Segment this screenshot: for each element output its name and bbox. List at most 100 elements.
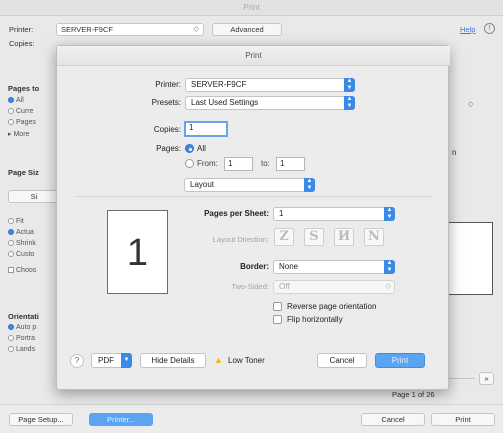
chevron-updown-icon: ▲ ▼ [344, 96, 355, 110]
bg-scale-option-actual[interactable]: Actua [8, 229, 34, 236]
bg-copies-label: Copies: [9, 39, 35, 48]
pages-label: Pages: [156, 144, 181, 153]
print-dialog: Print Printer: SERVER-F9CF ▲ ▼ Presets: L… [56, 45, 450, 390]
bg-page-setup-button[interactable]: Page Setup... [9, 413, 73, 426]
radio-icon [8, 335, 14, 342]
bg-printer-value: SERVER-F9CF [61, 25, 113, 34]
chevron-updown-icon: ◇ [385, 283, 391, 290]
layout-direction-z-button[interactable]: Z [274, 228, 294, 246]
section-select-value: Layout [190, 180, 215, 189]
reverse-orientation-label: Reverse page orientation [287, 302, 377, 311]
pdf-button-label: PDF [98, 356, 114, 365]
layout-direction-label: Layout Direction: [212, 235, 269, 244]
radio-icon [8, 119, 14, 126]
presets-value: Last Used Settings [191, 98, 259, 107]
border-label: Border: [240, 262, 269, 271]
bg-next-page-button[interactable]: » [479, 372, 494, 385]
bg-advanced-button[interactable]: Advanced [212, 23, 282, 36]
bg-pages-option-more[interactable]: ▸ More [8, 130, 29, 138]
layout-direction-s-button[interactable]: S [304, 228, 324, 246]
radio-icon [8, 229, 14, 236]
bg-scale-option-custom[interactable]: Custo [8, 251, 34, 258]
pdf-menu-button[interactable]: PDF ▼ [91, 353, 132, 368]
printer-value: SERVER-F9CF [191, 80, 247, 89]
bg-pages-option-current[interactable]: Curre [8, 108, 34, 115]
background-bottom-bar: Page Setup... Printer... Cancel Print [0, 404, 503, 433]
chevron-updown-icon: ▲ ▼ [384, 260, 395, 274]
radio-icon [8, 251, 14, 258]
bg-help-link[interactable]: Help [460, 25, 475, 34]
bg-choose-checkbox[interactable]: Choos [8, 267, 36, 274]
flip-horizontally-checkbox[interactable] [273, 315, 282, 324]
bg-page-size-button[interactable]: Si [8, 190, 60, 203]
presets-label: Presets: [151, 98, 181, 107]
bg-printer-button[interactable]: Printer... [89, 413, 153, 426]
printer-label: Printer: [155, 80, 181, 89]
radio-icon [8, 324, 14, 331]
radio-icon [8, 97, 14, 104]
bg-printer-label: Printer: [9, 25, 34, 34]
bg-right-select-arrow: ◇ [468, 101, 474, 108]
two-sided-select[interactable]: Off ◇ [273, 280, 395, 294]
layout-direction-reverse-n-button[interactable]: И [334, 228, 354, 246]
bg-scale-option-shrink[interactable]: Shrink [8, 240, 36, 247]
window-titlebar: Print [0, 0, 503, 16]
pages-range-radio[interactable] [185, 159, 194, 168]
bg-cancel-button[interactable]: Cancel [361, 413, 425, 426]
bg-orientation-section-title: Orientati [8, 312, 39, 321]
chevron-updown-icon: ▲ ▼ [344, 78, 355, 92]
bg-page-indicator: Page 1 of 26 [392, 390, 435, 399]
chevron-down-icon: ▼ [121, 353, 132, 368]
pages-to-field[interactable]: 1 [276, 157, 305, 171]
bg-print-button[interactable]: Print [431, 413, 495, 426]
bg-orientation-landscape[interactable]: Lands [8, 346, 35, 353]
hide-details-button[interactable]: Hide Details [140, 353, 206, 368]
bg-orientation-auto[interactable]: Auto p [8, 324, 36, 331]
presets-select[interactable]: Last Used Settings ▲ ▼ [185, 96, 355, 110]
window-title: Print [243, 3, 260, 12]
radio-icon [8, 218, 14, 225]
help-button[interactable]: ? [70, 354, 84, 368]
chevron-updown-icon: ▲ ▼ [384, 207, 395, 221]
cancel-button[interactable]: Cancel [317, 353, 367, 368]
pages-per-sheet-select[interactable]: 1 ▲ ▼ [273, 207, 395, 221]
two-sided-value: Off [279, 282, 290, 291]
radio-icon [8, 108, 14, 115]
chevron-updown-icon: ◇ [193, 26, 199, 33]
background-top-bar: Printer: SERVER-F9CF ◇ Advanced Help ! C… [0, 17, 503, 48]
copies-label: Copies: [153, 125, 181, 134]
info-icon[interactable]: ! [484, 23, 495, 34]
pages-all-radio[interactable] [185, 144, 194, 153]
print-dialog-title: Print [57, 46, 450, 66]
low-toner-label: Low Toner [228, 356, 265, 365]
bg-right-letter: n [452, 148, 457, 157]
pages-to-label: to: [261, 159, 270, 168]
radio-icon [8, 346, 14, 353]
section-divider [75, 196, 432, 197]
layout-direction-n-button[interactable]: N [364, 228, 384, 246]
chevron-updown-icon: ▲ ▼ [304, 178, 315, 192]
pages-from-field[interactable]: 1 [224, 157, 253, 171]
copies-field[interactable]: 1 [184, 121, 228, 137]
radio-icon [8, 240, 14, 247]
flip-horizontally-label: Flip horizontally [287, 315, 343, 324]
pages-from-label: From: [197, 159, 218, 168]
reverse-orientation-checkbox[interactable] [273, 302, 282, 311]
pages-all-label: All [197, 144, 206, 153]
bg-pages-option-all[interactable]: All [8, 97, 24, 104]
section-select[interactable]: Layout ▲ ▼ [184, 178, 315, 192]
print-button[interactable]: Print [375, 353, 425, 368]
printer-select[interactable]: SERVER-F9CF ▲ ▼ [185, 78, 355, 92]
border-value: None [279, 262, 299, 271]
checkbox-icon [8, 267, 14, 274]
bg-printer-select[interactable]: SERVER-F9CF ◇ [56, 23, 204, 36]
bg-page-size-section-title: Page Siz [8, 168, 39, 177]
two-sided-label: Two-Sided: [231, 282, 269, 291]
warning-icon: ▲ [214, 355, 223, 365]
bg-scale-option-fit[interactable]: Fit [8, 218, 24, 225]
bg-orientation-portrait[interactable]: Portra [8, 335, 35, 342]
border-select[interactable]: None ▲ ▼ [273, 260, 395, 274]
pages-per-sheet-label: Pages per Sheet: [204, 209, 269, 218]
bg-pages-option-range[interactable]: Pages [8, 119, 36, 126]
pages-per-sheet-value: 1 [279, 209, 284, 218]
